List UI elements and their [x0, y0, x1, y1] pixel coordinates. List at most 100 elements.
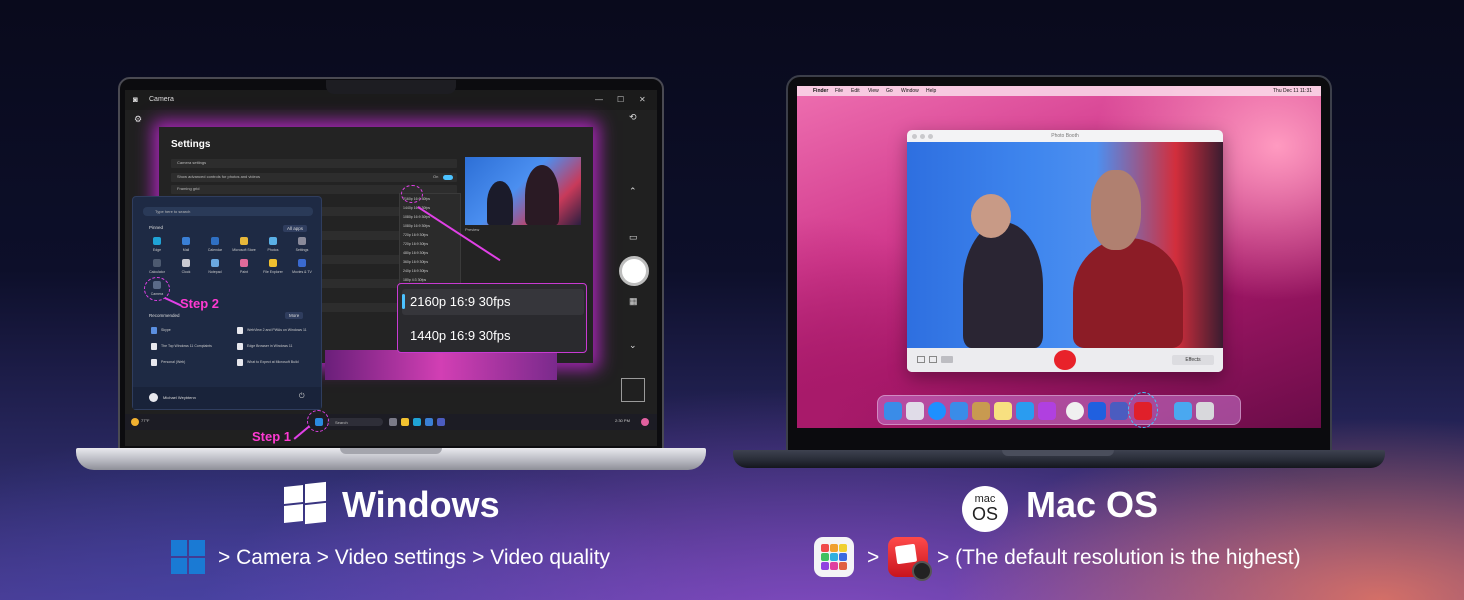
resolution-option[interactable]: 720p 16:9 30fps	[403, 242, 428, 246]
trash-icon[interactable]	[1196, 402, 1214, 420]
calendar-icon[interactable]	[211, 237, 219, 245]
recommended-item[interactable]: Edge Browser in Windows 11	[247, 344, 292, 348]
teams-icon[interactable]	[1110, 402, 1128, 420]
avatar[interactable]	[149, 393, 158, 402]
minimize-icon[interactable]: —	[595, 95, 603, 104]
advanced-toggle[interactable]	[443, 175, 453, 180]
store-icon[interactable]	[240, 237, 248, 245]
qr-mode-icon[interactable]: ▦	[629, 296, 638, 307]
edge-taskbar-icon[interactable]	[413, 418, 421, 426]
downloads-folder-icon[interactable]	[1174, 402, 1192, 420]
notepad-icon[interactable]	[211, 259, 219, 267]
pinned-app-label: Microsoft Store	[232, 248, 256, 252]
photos-icon[interactable]	[269, 237, 277, 245]
resolution-option[interactable]: 480p 16:9 30fps	[403, 251, 428, 255]
skype-icon	[151, 327, 157, 334]
chevron-up-icon[interactable]: ⌃	[629, 186, 637, 197]
pinned-app-label: Movies & TV	[292, 270, 312, 274]
settings-row[interactable]: Show advanced controls for photos and vi…	[171, 173, 457, 182]
settings-row[interactable]: Camera settings	[171, 159, 457, 168]
paint-icon[interactable]	[240, 259, 248, 267]
menubar-item[interactable]: Edit	[851, 88, 860, 94]
photo-booth-title: Photo Booth	[1051, 133, 1079, 139]
windows-laptop-base-notch	[340, 448, 442, 454]
resolution-option[interactable]: 180p 4:3 30fps	[403, 278, 426, 282]
pinned-app-label: File Explorer	[263, 270, 283, 274]
edge-icon[interactable]	[153, 237, 161, 245]
app-store-icon[interactable]	[1016, 402, 1034, 420]
recommended-item[interactable]: WebView 2 and PWAs on Windows 11	[247, 328, 319, 332]
resolution-option[interactable]: 1080p 16:9 30fps	[403, 215, 430, 219]
mail-icon[interactable]	[182, 237, 190, 245]
start-search-input[interactable]: Type here to search	[143, 207, 313, 216]
recommended-label: Recommended	[149, 313, 180, 318]
weather-icon[interactable]	[131, 418, 139, 426]
resolution-option[interactable]: 360p 16:9 30fps	[403, 260, 428, 264]
more-button[interactable]: More	[285, 312, 304, 319]
chrome-icon[interactable]	[1066, 402, 1084, 420]
mail-icon[interactable]	[950, 402, 968, 420]
resolution-option[interactable]: 1080p 16:9 30fps	[403, 224, 430, 228]
calculator-icon[interactable]	[153, 259, 161, 267]
menubar-item[interactable]: Finder	[813, 88, 828, 94]
video-mode-icon[interactable]: ▭	[629, 232, 638, 243]
explorer-taskbar-icon[interactable]	[401, 418, 409, 426]
settings-app-icon[interactable]	[298, 237, 306, 245]
recommended-item[interactable]: The Top Windows 11 Complaints	[161, 344, 212, 348]
camera-app-icon: ◙	[133, 95, 138, 104]
notes-icon[interactable]	[994, 402, 1012, 420]
resolution-option[interactable]: 240p 16:9 30fps	[403, 269, 428, 273]
callout-option-1440p[interactable]: 1440p 16:9 30fps	[410, 328, 510, 343]
menubar-item[interactable]: Help	[926, 88, 936, 94]
task-view-icon[interactable]	[389, 418, 397, 426]
windows-taskbar: 77°F Search 2:30 PM	[125, 414, 657, 430]
clock-icon[interactable]	[182, 259, 190, 267]
grid-view-icon[interactable]	[917, 356, 925, 363]
photo-booth-icon	[888, 537, 932, 581]
single-view-icon[interactable]	[929, 356, 937, 363]
recommended-item[interactable]: Personal (Web)	[161, 360, 185, 364]
finder-icon[interactable]	[884, 402, 902, 420]
pinned-app-label: Calculator	[149, 270, 165, 274]
start-menu: Type here to search Pinned All apps Edge…	[132, 196, 322, 410]
mac-laptop-base-notch	[1002, 450, 1114, 456]
recommended-item[interactable]: Skype	[161, 328, 171, 332]
camera-app-title: Camera	[149, 96, 174, 103]
resolution-option[interactable]: 720p 16:9 30fps	[403, 233, 428, 237]
power-icon[interactable]: ⏻	[299, 393, 305, 401]
teams-taskbar-icon[interactable]	[437, 418, 445, 426]
video-mode-icon[interactable]	[941, 356, 953, 363]
menubar-clock: Thu Dec 11 11:31	[1273, 88, 1313, 94]
menubar-item[interactable]: Window	[901, 88, 919, 94]
document-icon	[237, 359, 243, 366]
resolution-dropdown-list[interactable]: 2160p 16:9 30fps 1440p 16:9 30fps 1080p …	[399, 193, 461, 285]
shutter-button[interactable]	[619, 256, 649, 286]
chevron-down-icon[interactable]: ⌄	[629, 340, 637, 351]
safari-icon[interactable]	[928, 402, 946, 420]
recommended-item[interactable]: What to Expect at Microsoft Build	[247, 360, 299, 364]
toggle-label: On	[433, 174, 439, 179]
file-explorer-icon[interactable]	[269, 259, 277, 267]
taskbar-search[interactable]: Search	[327, 418, 383, 426]
person-head	[971, 194, 1011, 238]
callout-option-2160p[interactable]: 2160p 16:9 30fps	[410, 294, 510, 309]
menubar-item[interactable]: View	[868, 88, 879, 94]
gear-icon[interactable]: ⚙	[134, 114, 142, 125]
effects-button[interactable]: Effects	[1172, 355, 1214, 365]
record-button[interactable]	[1054, 350, 1076, 370]
all-apps-button[interactable]: All apps	[283, 225, 308, 232]
menubar-item[interactable]: Go	[886, 88, 893, 94]
person-figure	[1073, 238, 1183, 348]
meet-icon[interactable]	[1088, 402, 1106, 420]
contacts-icon[interactable]	[972, 402, 990, 420]
macos-badge-icon: mac OS	[962, 486, 1008, 532]
movies-tv-icon[interactable]	[298, 259, 306, 267]
feedback-icon[interactable]	[1038, 402, 1056, 420]
macos-badge-bottom: OS	[971, 504, 998, 524]
pinned-app-label: Notepad	[208, 270, 222, 274]
switch-camera-icon[interactable]: ⟲	[629, 112, 637, 123]
mail-taskbar-icon[interactable]	[425, 418, 433, 426]
menubar-item[interactable]: File	[835, 88, 843, 94]
launchpad-dock-icon[interactable]	[906, 402, 924, 420]
last-capture-thumbnail[interactable]	[621, 378, 645, 402]
